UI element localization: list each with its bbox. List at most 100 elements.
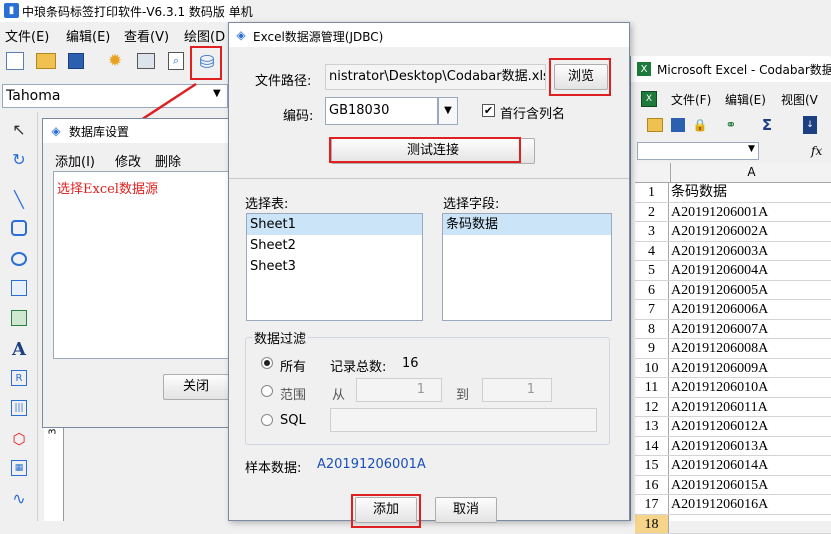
table-row[interactable]: 14A20191206013A bbox=[635, 437, 831, 457]
row-number[interactable]: 17 bbox=[635, 495, 669, 514]
cell-value[interactable]: A20191206007A bbox=[671, 320, 768, 339]
row-number[interactable]: 16 bbox=[635, 476, 669, 495]
formula-fx-icon[interactable]: fx bbox=[811, 144, 822, 158]
excel-save-icon[interactable] bbox=[671, 118, 685, 132]
curve-tool-icon[interactable]: ∿ bbox=[10, 488, 28, 508]
table-item-sheet3[interactable]: Sheet3 bbox=[247, 256, 422, 277]
table-row[interactable]: 15A20191206014A bbox=[635, 456, 831, 476]
encoding-dropdown-button[interactable]: ▼ bbox=[438, 97, 458, 125]
table-item-sheet2[interactable]: Sheet2 bbox=[247, 235, 422, 256]
excel-menu-edit[interactable]: 编辑(E) bbox=[725, 91, 766, 108]
qrcode-tool-icon[interactable]: ▦ bbox=[11, 460, 27, 476]
row-number[interactable]: 1 bbox=[635, 183, 669, 202]
table-row[interactable]: 1条码数据 bbox=[635, 183, 831, 203]
radio-range[interactable] bbox=[261, 385, 273, 397]
field-list[interactable]: 条码数据 bbox=[442, 213, 612, 321]
db-add-action[interactable]: 添加(I) bbox=[55, 151, 95, 170]
db-settings-titlebar: ◈ 数据库设置 bbox=[43, 119, 231, 143]
first-row-checkbox[interactable]: ✔ bbox=[482, 104, 495, 117]
table-row[interactable]: 7A20191206006A bbox=[635, 300, 831, 320]
cell-value[interactable]: A20191206003A bbox=[671, 242, 768, 261]
table-row[interactable]: 10A20191206009A bbox=[635, 359, 831, 379]
cell-value[interactable]: A20191206009A bbox=[671, 359, 768, 378]
cell-value[interactable]: A20191206006A bbox=[671, 300, 768, 319]
field-item-barcode-data[interactable]: 条码数据 bbox=[443, 214, 611, 235]
excel-column-header[interactable]: A bbox=[671, 163, 831, 183]
cell-value[interactable]: A20191206015A bbox=[671, 476, 768, 495]
cell-value[interactable]: A20191206008A bbox=[671, 339, 768, 358]
excel-research-icon[interactable]: ⚭ bbox=[723, 117, 739, 133]
table-row[interactable]: 6A20191206005A bbox=[635, 281, 831, 301]
excel-name-box[interactable]: ▼ bbox=[637, 142, 759, 160]
row-number[interactable]: 18 bbox=[635, 515, 669, 534]
db-close-button[interactable]: 关闭 bbox=[163, 374, 229, 400]
encoding-select[interactable]: GB18030 bbox=[325, 97, 438, 125]
radio-sql[interactable] bbox=[261, 414, 273, 426]
table-row[interactable]: 4A20191206003A bbox=[635, 242, 831, 262]
table-row[interactable]: 18 bbox=[635, 515, 831, 534]
ellipse-tool-icon[interactable] bbox=[11, 252, 27, 266]
cell-value[interactable]: A20191206001A bbox=[671, 203, 768, 222]
row-number[interactable]: 13 bbox=[635, 417, 669, 436]
cell-value[interactable]: A20191206004A bbox=[671, 261, 768, 280]
table-row[interactable]: 5A20191206004A bbox=[635, 261, 831, 281]
row-number[interactable]: 2 bbox=[635, 203, 669, 222]
excel-sort-icon[interactable]: ↓ bbox=[803, 116, 817, 134]
row-number[interactable]: 9 bbox=[635, 339, 669, 358]
table-row[interactable]: 9A20191206008A bbox=[635, 339, 831, 359]
cell-value[interactable]: A20191206002A bbox=[671, 222, 768, 241]
db-list-area[interactable]: 选择Excel数据源 bbox=[53, 171, 229, 359]
row-number[interactable]: 4 bbox=[635, 242, 669, 261]
range-to-input[interactable]: 1 bbox=[482, 378, 552, 402]
excel-autosum-icon[interactable]: Σ bbox=[759, 116, 775, 134]
name-box-dropdown-icon[interactable]: ▼ bbox=[748, 144, 755, 154]
row-number[interactable]: 7 bbox=[635, 300, 669, 319]
row-number[interactable]: 10 bbox=[635, 359, 669, 378]
row-number[interactable]: 6 bbox=[635, 281, 669, 300]
text-tool-icon[interactable]: A bbox=[10, 338, 28, 360]
table-row[interactable]: 11A20191206010A bbox=[635, 378, 831, 398]
radio-all[interactable] bbox=[261, 357, 273, 369]
excel-menu-view[interactable]: 视图(V bbox=[781, 91, 818, 108]
range-from-input[interactable]: 1 bbox=[356, 378, 442, 402]
image-tool-icon[interactable] bbox=[11, 280, 27, 296]
row-number[interactable]: 3 bbox=[635, 222, 669, 241]
cell-value[interactable]: A20191206016A bbox=[671, 495, 768, 514]
shape-tool-icon[interactable]: ⬡ bbox=[10, 430, 28, 448]
cell-value[interactable]: A20191206013A bbox=[671, 437, 768, 456]
db-delete-action[interactable]: 删除 bbox=[155, 151, 181, 170]
picture-tool-icon[interactable] bbox=[11, 310, 27, 326]
cell-value[interactable]: 条码数据 bbox=[671, 183, 727, 202]
row-number[interactable]: 5 bbox=[635, 261, 669, 280]
table-list[interactable]: Sheet1 Sheet2 Sheet3 bbox=[246, 213, 423, 321]
excel-menu-file[interactable]: 文件(F) bbox=[671, 91, 711, 108]
table-row[interactable]: 2A20191206001A bbox=[635, 203, 831, 223]
rounded-rect-tool-icon[interactable] bbox=[11, 220, 27, 236]
file-path-label: 文件路径: bbox=[255, 70, 311, 89]
row-number[interactable]: 11 bbox=[635, 378, 669, 397]
row-number[interactable]: 15 bbox=[635, 456, 669, 475]
cell-value[interactable]: A20191206011A bbox=[671, 398, 768, 417]
cell-value[interactable]: A20191206012A bbox=[671, 417, 768, 436]
table-row[interactable]: 17A20191206016A bbox=[635, 495, 831, 515]
row-number[interactable]: 12 bbox=[635, 398, 669, 417]
barcode-tool-icon[interactable]: ||| bbox=[11, 400, 27, 416]
sql-input[interactable] bbox=[330, 408, 597, 432]
cancel-button[interactable]: 取消 bbox=[435, 497, 497, 523]
rich-text-tool-icon[interactable]: R bbox=[11, 370, 27, 386]
file-path-input[interactable]: nistrator\Desktop\Codabar数据.xls bbox=[325, 64, 546, 90]
db-modify-action[interactable]: 修改 bbox=[115, 151, 141, 170]
cell-value[interactable]: A20191206010A bbox=[671, 378, 768, 397]
row-number[interactable]: 8 bbox=[635, 320, 669, 339]
table-item-sheet1[interactable]: Sheet1 bbox=[247, 214, 422, 235]
cell-value[interactable]: A20191206005A bbox=[671, 281, 768, 300]
cell-value[interactable]: A20191206014A bbox=[671, 456, 768, 475]
table-row[interactable]: 13A20191206012A bbox=[635, 417, 831, 437]
excel-permission-icon[interactable]: 🔒 bbox=[693, 117, 707, 133]
excel-open-icon[interactable] bbox=[647, 118, 663, 132]
table-row[interactable]: 8A20191206007A bbox=[635, 320, 831, 340]
table-row[interactable]: 3A20191206002A bbox=[635, 222, 831, 242]
table-row[interactable]: 12A20191206011A bbox=[635, 398, 831, 418]
table-row[interactable]: 16A20191206015A bbox=[635, 476, 831, 496]
row-number[interactable]: 14 bbox=[635, 437, 669, 456]
